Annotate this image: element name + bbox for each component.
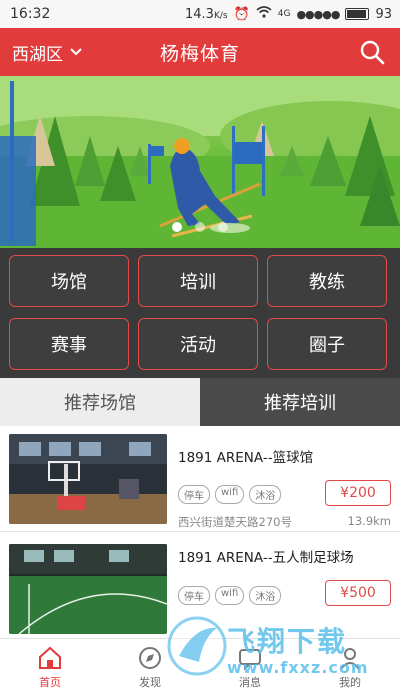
alarm-icon: ⏰ (233, 6, 250, 22)
carousel-dot[interactable] (218, 222, 228, 232)
nav-discover-label: 发现 (139, 676, 161, 689)
city-selector[interactable]: 西湖区 (12, 28, 83, 76)
tab-recommended-venues[interactable]: 推荐场馆 (0, 378, 200, 426)
carousel-dot[interactable] (172, 222, 182, 232)
nav-messages-label: 消息 (239, 676, 261, 689)
category-grid: 场馆 培训 教练 赛事 活动 圈子 (0, 248, 400, 378)
banner-carousel[interactable] (0, 76, 400, 248)
data-speed: 14.3K/s (184, 6, 228, 22)
venue-thumbnail (9, 434, 167, 524)
city-label: 西湖区 (12, 44, 63, 65)
venue-thumbnail (9, 544, 167, 634)
status-indicators: 14.3K/s ⏰ 4G ●●●●● 93 (185, 6, 392, 22)
message-icon (239, 649, 261, 671)
nav-discover[interactable]: 发现 (100, 639, 200, 693)
chevron-down-icon (70, 48, 82, 56)
status-time: 16:32 (10, 6, 51, 22)
venue-address: 西兴街道楚天路270号 (178, 515, 292, 529)
tab-recommended-training[interactable]: 推荐培训 (200, 378, 400, 426)
battery-icon (345, 8, 370, 20)
tag-shower: 沐浴 (249, 586, 282, 605)
status-bar: 16:32 14.3K/s ⏰ 4G ●●●●● 93 (0, 0, 400, 28)
venue-name: 1891 ARENA--五人制足球场 (178, 550, 354, 566)
price-button[interactable]: ¥200 (325, 480, 391, 506)
nav-profile[interactable]: 我的 (300, 639, 400, 693)
wifi-icon (256, 6, 272, 22)
category-coaches[interactable]: 教练 (267, 255, 387, 307)
signal-icon: ●●●●● (296, 7, 340, 21)
venue-name: 1891 ARENA--篮球馆 (178, 450, 314, 466)
nav-home[interactable]: 首页 (0, 639, 100, 693)
search-icon[interactable] (358, 38, 386, 66)
category-circles[interactable]: 圈子 (267, 318, 387, 370)
page-title: 杨梅体育 (159, 42, 240, 65)
tag-wifi: wifi (215, 485, 245, 504)
battery-level: 93 (375, 6, 392, 22)
venue-distance: 13.9km (347, 514, 391, 528)
nav-profile-label: 我的 (339, 676, 361, 689)
tag-parking: 停车 (178, 485, 210, 504)
home-icon (39, 646, 61, 669)
user-icon (340, 648, 360, 670)
tag-wifi: wifi (215, 586, 245, 605)
list-item[interactable]: 1891 ARENA--篮球馆 停车 wifi 沐浴 ¥200 西兴街道楚天路2… (0, 426, 400, 532)
price-button[interactable]: ¥500 (325, 580, 391, 606)
carousel-dot[interactable] (195, 222, 205, 232)
venue-tags: 停车 wifi 沐浴 (178, 586, 282, 605)
bottom-nav: 首页 发现 消息 我的 (0, 638, 400, 693)
venue-list: 1891 ARENA--篮球馆 停车 wifi 沐浴 ¥200 西兴街道楚天路2… (0, 426, 400, 644)
list-item[interactable]: 1891 ARENA--五人制足球场 停车 wifi 沐浴 ¥500 (0, 538, 400, 644)
recommend-tabs: 推荐场馆 推荐培训 (0, 378, 400, 426)
compass-icon (139, 647, 161, 669)
category-activities[interactable]: 活动 (138, 318, 258, 370)
network-type: 4G (277, 9, 291, 19)
category-training[interactable]: 培训 (138, 255, 258, 307)
tag-shower: 沐浴 (249, 485, 282, 504)
category-venues[interactable]: 场馆 (9, 255, 129, 307)
app-header: 西湖区 杨梅体育 (0, 28, 400, 76)
tag-parking: 停车 (178, 586, 210, 605)
nav-messages[interactable]: 消息 (200, 639, 300, 693)
nav-home-label: 首页 (39, 676, 61, 689)
venue-tags: 停车 wifi 沐浴 (178, 485, 282, 504)
category-events[interactable]: 赛事 (9, 318, 129, 370)
